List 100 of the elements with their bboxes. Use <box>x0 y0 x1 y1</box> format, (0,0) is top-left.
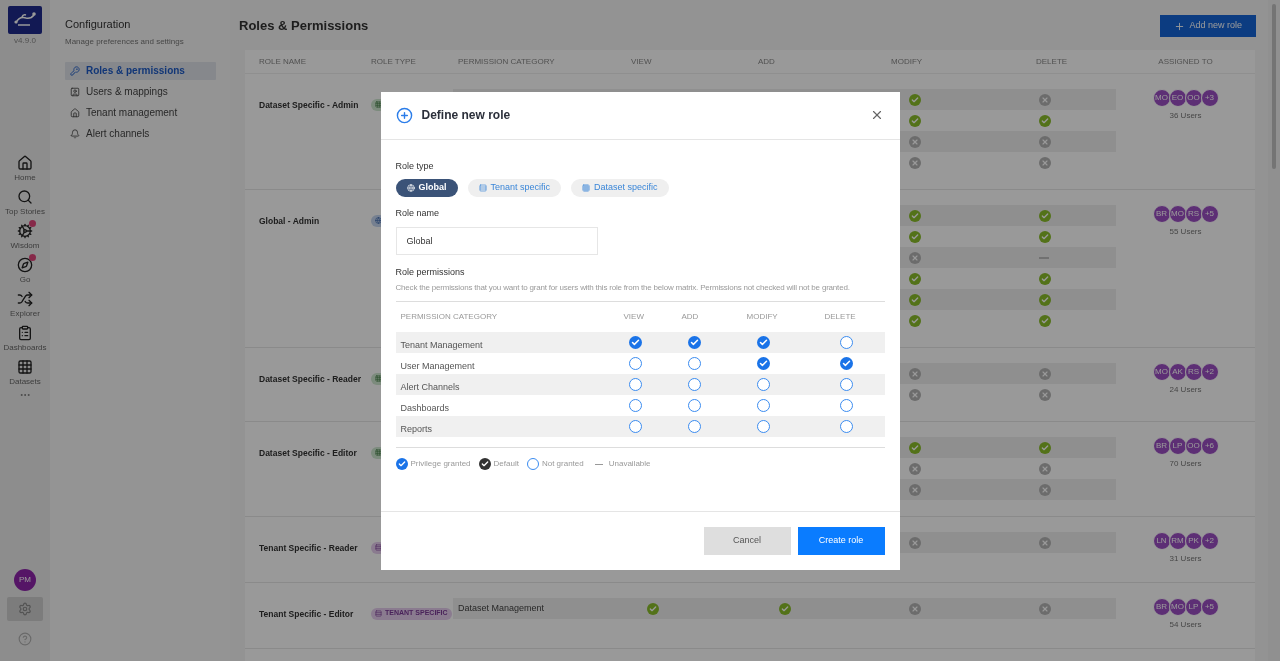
cancel-button[interactable]: Cancel <box>703 526 791 555</box>
role-type-chip[interactable]: Tenant specific <box>467 179 562 197</box>
checkbox[interactable] <box>756 336 770 349</box>
clipboard-icon <box>17 325 33 341</box>
role-type-chip[interactable]: Global <box>395 179 458 197</box>
user-count: 54 Users <box>1169 619 1202 631</box>
role-name: Tenant Specific - Reader <box>259 543 358 553</box>
permission-category: User Management <box>400 360 475 371</box>
role-name: Dataset Specific - Reader <box>259 374 362 384</box>
column-header: ADD <box>681 312 699 321</box>
settings-button[interactable] <box>7 597 43 621</box>
column-header: PERMISSION CATEGORY <box>400 312 498 321</box>
contact-card-icon <box>70 86 80 97</box>
permission-category: Tenant Management <box>400 339 483 350</box>
checkbox[interactable] <box>756 357 770 370</box>
nav-item[interactable]: Explorer <box>1 291 49 318</box>
role-name-field[interactable]: Global <box>395 226 598 255</box>
user-avatar: RS <box>1184 205 1203 223</box>
sidebar-item[interactable]: Users & mappings <box>65 82 216 101</box>
column-header: DELETE <box>1036 56 1068 66</box>
shuffle-icon <box>17 291 33 307</box>
logo[interactable] <box>8 6 42 34</box>
user-count: 55 Users <box>1169 226 1202 238</box>
sidebar-subtitle: Manage preferences and settings <box>65 35 185 48</box>
checkbox[interactable] <box>839 399 853 412</box>
permission-category: Dashboards <box>400 402 450 413</box>
user-avatar: +3 <box>1200 89 1219 107</box>
column-header: PERMISSION CATEGORY <box>458 56 555 66</box>
checkbox[interactable] <box>628 357 642 370</box>
sidebar-item[interactable]: Alert channels <box>65 124 216 143</box>
role-type-chip[interactable]: Dataset specific <box>571 179 669 197</box>
column-header: ASSIGNED TO <box>1158 56 1213 66</box>
nav-item[interactable]: Datasets <box>1 359 49 386</box>
role-name: Dataset Specific - Admin <box>259 100 359 110</box>
checkbox[interactable] <box>687 420 701 433</box>
nav-item[interactable]: Dashboards <box>1 325 49 352</box>
user-avatar: MO <box>1152 363 1171 381</box>
checkbox[interactable] <box>628 420 642 433</box>
add-role-button[interactable]: Add new role <box>1160 15 1256 37</box>
create-role-button[interactable]: Create role <box>797 526 885 555</box>
column-header: ROLE TYPE <box>371 56 416 66</box>
field-label: Role name <box>395 207 441 220</box>
column-header: ADD <box>758 56 775 66</box>
checkbox[interactable] <box>687 357 701 370</box>
column-header: MODIFY <box>891 56 923 66</box>
sidebar-item[interactable]: Tenant management <box>65 103 216 122</box>
help-icon <box>18 632 32 646</box>
column-header: VIEW <box>623 312 644 321</box>
home-icon <box>17 155 33 171</box>
checkbox[interactable] <box>839 378 853 391</box>
column-header: MODIFY <box>746 312 778 321</box>
user-avatar: BR <box>1152 437 1171 455</box>
checkbox[interactable] <box>756 399 770 412</box>
sidebar-item[interactable]: Roles & permissions <box>65 61 216 80</box>
permission-category: Alert Channels <box>400 381 460 392</box>
user-avatar: RS <box>1184 363 1203 381</box>
compass-icon <box>17 257 33 273</box>
user-avatar: BR <box>1152 598 1171 616</box>
checkbox[interactable] <box>628 378 642 391</box>
user-avatar[interactable]: PM <box>14 569 36 591</box>
cog-icon <box>17 223 33 239</box>
user-avatar: +5 <box>1200 598 1219 616</box>
user-avatar: PK <box>1184 532 1203 550</box>
user-avatar: LN <box>1152 532 1171 550</box>
user-avatar: AK <box>1168 363 1187 381</box>
checkbox[interactable] <box>756 378 770 391</box>
user-count: 70 Users <box>1169 458 1202 470</box>
user-count: 31 Users <box>1169 553 1202 565</box>
checkbox[interactable] <box>628 399 642 412</box>
checkbox[interactable] <box>839 357 853 370</box>
nav-item[interactable]: Top Stories <box>1 189 49 216</box>
role-name: Global - Admin <box>259 216 320 226</box>
plus-icon <box>1174 20 1186 32</box>
magnifier-icon <box>17 189 33 205</box>
permission-category: Reports <box>400 423 432 434</box>
user-avatar: EO <box>1168 89 1187 107</box>
checkbox[interactable] <box>687 399 701 412</box>
checkbox[interactable] <box>687 378 701 391</box>
checkbox[interactable] <box>628 336 642 349</box>
user-avatar: LP <box>1168 437 1187 455</box>
legend-label: Privilege granted <box>410 458 471 470</box>
checkbox[interactable] <box>839 336 853 349</box>
checkbox[interactable] <box>839 420 853 433</box>
user-avatar: +6 <box>1200 437 1219 455</box>
column-header: VIEW <box>631 56 652 66</box>
dialog-title: Define new role <box>421 107 511 124</box>
user-count: 24 Users <box>1169 384 1202 396</box>
legend-label: Not granted <box>541 458 584 470</box>
field-label: Role permissions <box>395 265 466 279</box>
bell-icon <box>70 128 80 139</box>
gear-icon <box>18 602 32 616</box>
nav-item[interactable]: Home <box>1 155 49 182</box>
column-header: ROLE NAME <box>259 56 307 66</box>
user-avatar: RM <box>1168 532 1187 550</box>
user-count: 36 Users <box>1169 110 1202 122</box>
nav-item[interactable]: Wisdom <box>1 223 49 250</box>
checkbox[interactable] <box>687 336 701 349</box>
legend-label: Default <box>493 458 519 470</box>
checkbox[interactable] <box>756 420 770 433</box>
nav-item[interactable]: Go <box>1 257 49 284</box>
